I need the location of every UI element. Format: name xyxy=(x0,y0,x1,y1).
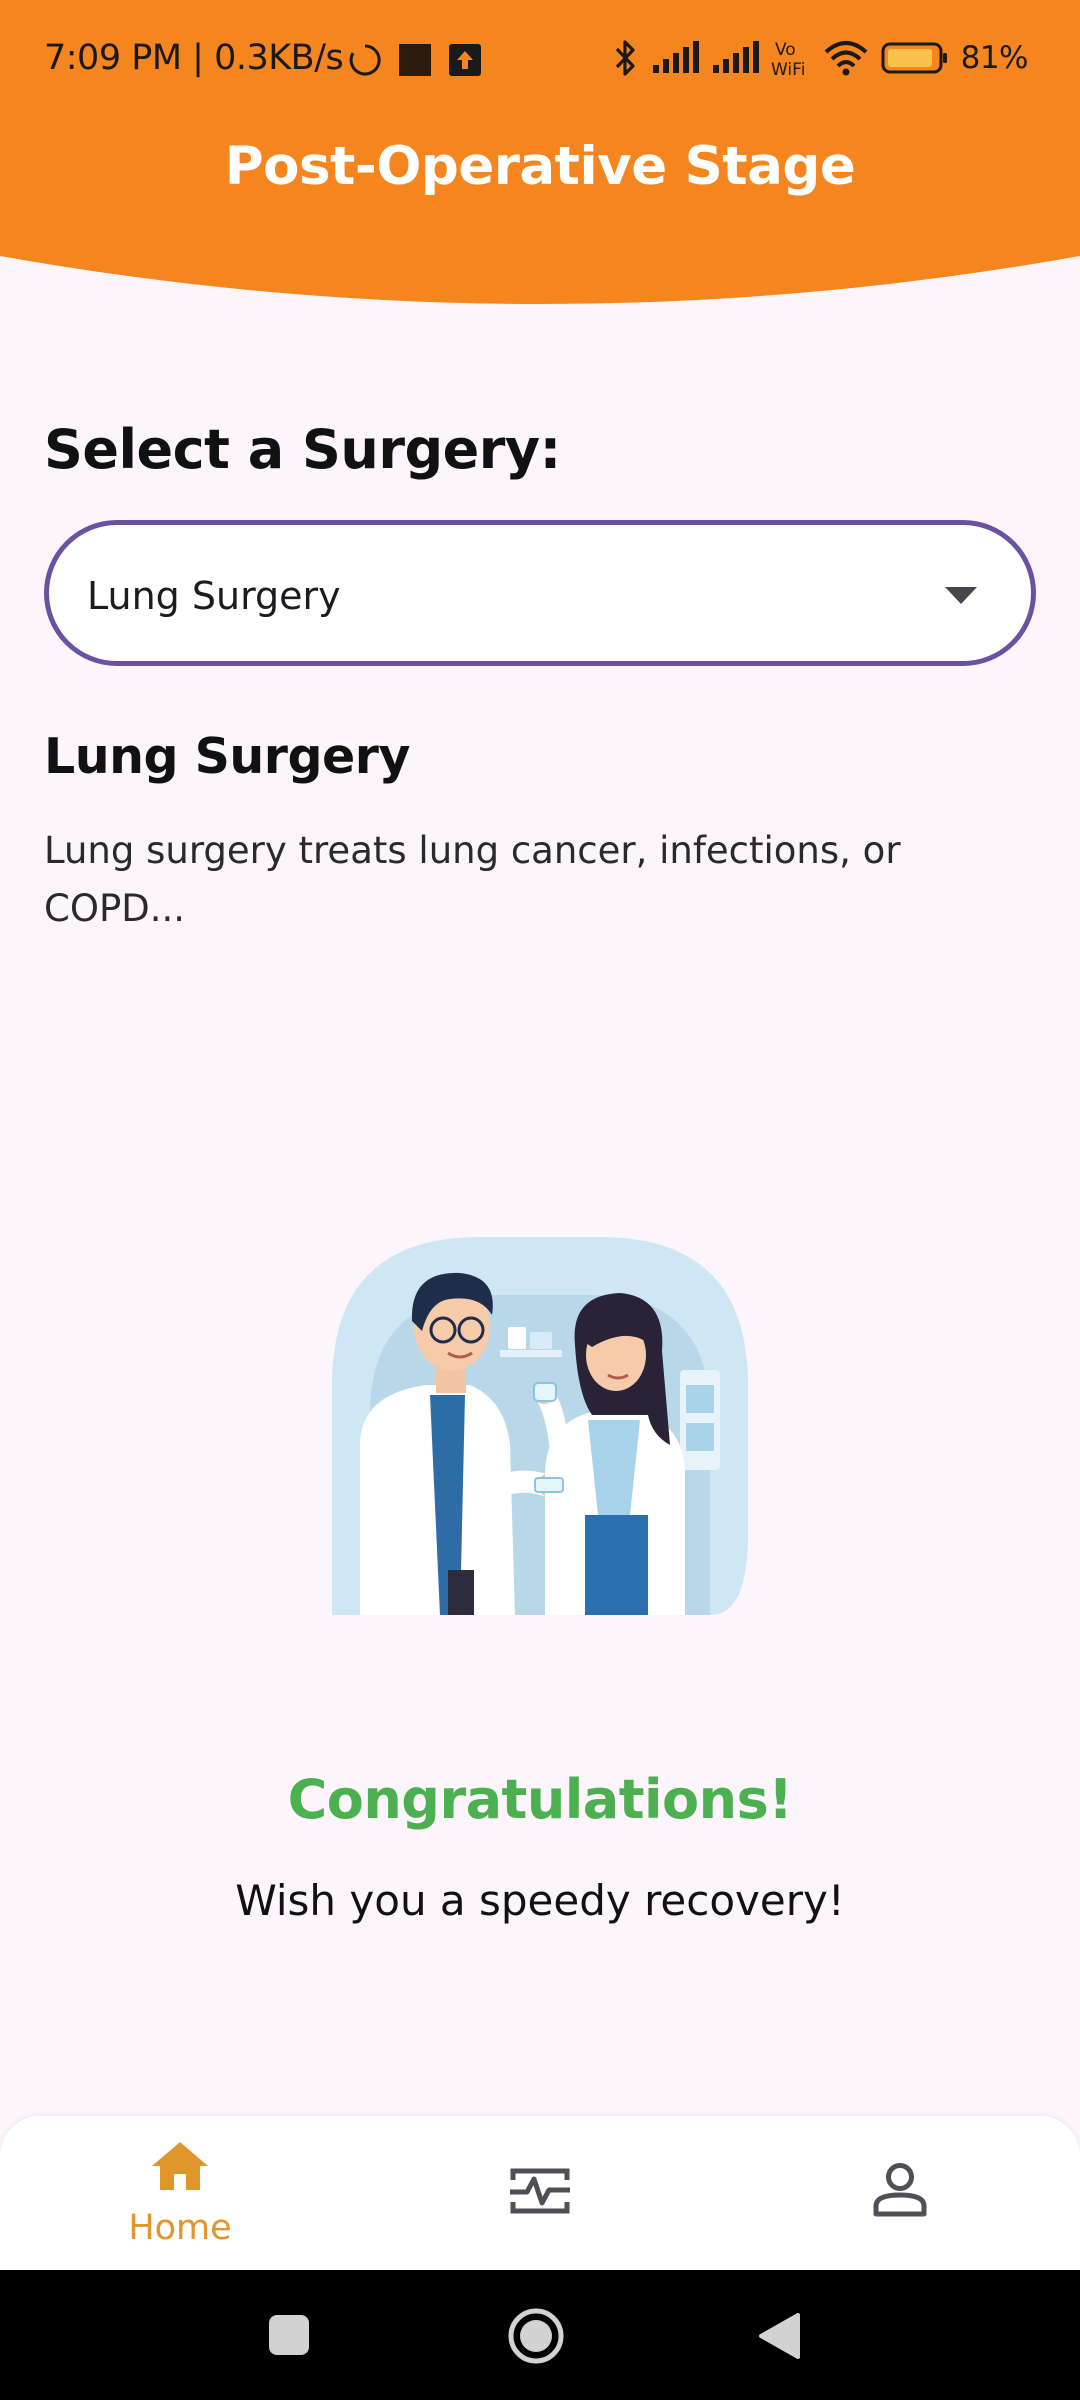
wifi-icon xyxy=(824,41,867,76)
battery-icon xyxy=(881,42,947,74)
home-icon xyxy=(152,2142,208,2190)
recovery-message: Wish you a speedy recovery! xyxy=(235,1876,845,1925)
upload-icon xyxy=(449,44,481,76)
congratulations-heading: Congratulations! xyxy=(287,1768,793,1831)
bottom-navigation: Home xyxy=(0,2116,1080,2270)
dropdown-arrow-icon xyxy=(945,587,977,604)
status-bar: 7:09 PM | 0.3KB/s Vo WiFi 81% xyxy=(0,0,1080,120)
recents-button-icon[interactable] xyxy=(268,2314,310,2356)
status-time: 7:09 PM | 0.3KB/s xyxy=(44,38,344,78)
svg-text:Vo: Vo xyxy=(775,40,796,60)
nav-item-profile[interactable] xyxy=(720,2116,1080,2270)
home-button-icon[interactable] xyxy=(506,2306,566,2366)
dropdown-selected-value: Lung Surgery xyxy=(87,574,341,618)
battery-percent: 81% xyxy=(960,40,1029,76)
profile-icon xyxy=(873,2163,927,2217)
sync-icon xyxy=(349,44,381,76)
surgery-dropdown[interactable]: Lung Surgery xyxy=(44,520,1036,666)
nav-label-home: Home xyxy=(128,2208,232,2248)
page-title: Post-Operative Stage xyxy=(224,136,856,197)
app-square-icon xyxy=(399,44,431,76)
surgery-description: Lung surgery treats lung cancer, infecti… xyxy=(44,829,901,930)
vowifi-icon: Vo WiFi xyxy=(771,40,805,78)
svg-text:WiFi: WiFi xyxy=(771,60,805,78)
nav-item-activity[interactable] xyxy=(360,2116,720,2270)
signal-2-icon xyxy=(712,41,759,73)
back-button-icon[interactable] xyxy=(758,2312,802,2360)
surgery-title: Lung Surgery xyxy=(44,728,410,785)
activity-icon xyxy=(510,2168,570,2214)
status-system-icons: Vo WiFi 81% xyxy=(613,36,1029,80)
nav-item-home[interactable]: Home xyxy=(0,2116,360,2270)
status-notification-icons xyxy=(348,40,482,80)
select-surgery-label: Select a Surgery: xyxy=(44,418,561,481)
system-navigation-bar xyxy=(0,2270,1080,2400)
doctors-illustration xyxy=(332,1237,748,1615)
bluetooth-icon xyxy=(615,40,635,76)
app-header: 7:09 PM | 0.3KB/s Vo WiFi 81% Post-Opera… xyxy=(0,0,1080,316)
signal-1-icon xyxy=(652,41,699,73)
